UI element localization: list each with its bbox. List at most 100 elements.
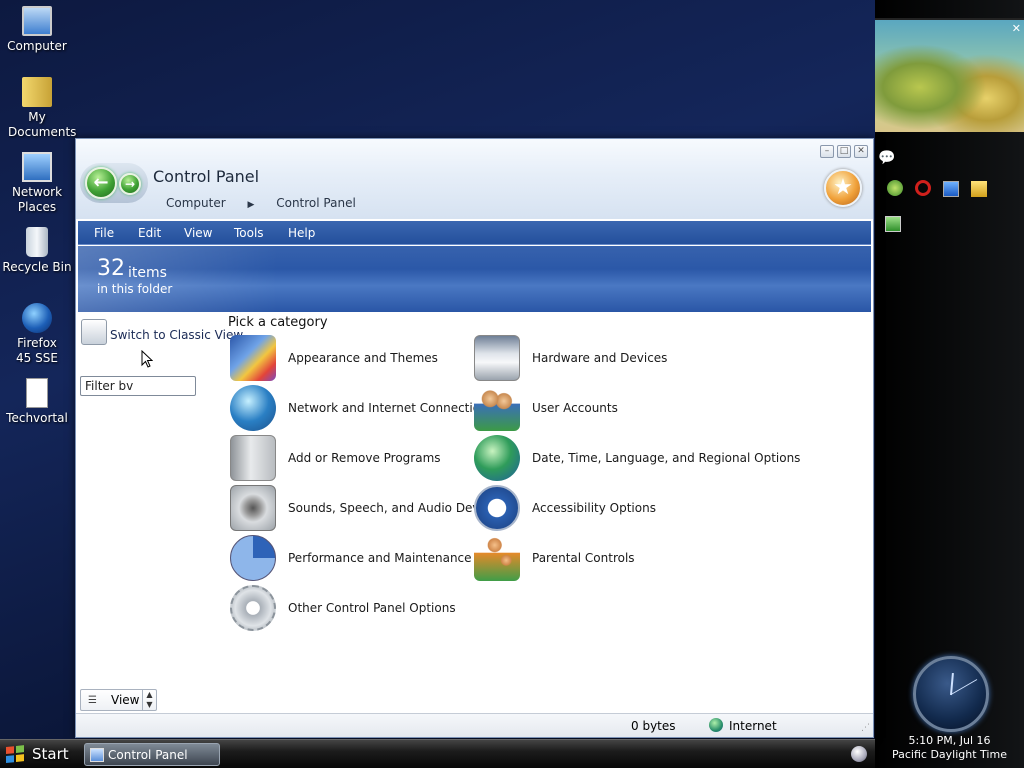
window-app-icon[interactable] xyxy=(943,181,959,197)
category-label: Sounds, Speech, and Audio Devices xyxy=(288,501,504,515)
filter-input[interactable] xyxy=(80,376,196,396)
category-label: Add or Remove Programs xyxy=(288,451,441,465)
desktop-icon-computer[interactable]: Computer xyxy=(2,6,72,54)
menu-view[interactable]: View xyxy=(184,226,212,240)
other-options-gear-icon xyxy=(230,585,276,631)
forward-button[interactable]: → xyxy=(119,173,141,195)
file-shortcut-icon xyxy=(26,378,48,408)
minimize-button[interactable]: – xyxy=(820,145,834,158)
breadcrumb: Computer ▶ Control Panel xyxy=(166,196,374,210)
view-list-icon: ☰ xyxy=(88,695,97,706)
desktop-icon-label: Computer xyxy=(7,39,67,53)
maximize-button[interactable]: □ xyxy=(837,145,851,158)
firefox-icon xyxy=(22,303,52,333)
parental-controls-icon xyxy=(474,535,520,581)
taskbar: Start Control Panel xyxy=(0,739,875,768)
minute-hand xyxy=(950,679,978,695)
category-label: Date, Time, Language, and Regional Optio… xyxy=(532,451,801,465)
mouse-cursor-icon xyxy=(141,350,153,368)
start-label: Start xyxy=(32,745,69,763)
analog-clock xyxy=(913,656,989,732)
back-button[interactable]: ← xyxy=(85,167,117,199)
breadcrumb-computer[interactable]: Computer xyxy=(166,196,226,210)
taskbar-item-control-panel[interactable]: Control Panel xyxy=(84,743,220,766)
close-button[interactable]: ✕ xyxy=(854,145,868,158)
hardware-devices-icon xyxy=(474,335,520,381)
category-label: Network and Internet Connections xyxy=(288,401,494,415)
menu-help[interactable]: Help xyxy=(288,226,315,240)
clock-time: 5:10 PM, Jul 16 xyxy=(908,734,991,747)
speech-bubble-icon[interactable]: 💬 xyxy=(878,150,895,166)
performance-maintenance-icon xyxy=(230,535,276,581)
category-label: Other Control Panel Options xyxy=(288,601,456,615)
desktop-icon-recycle-bin[interactable]: Recycle Bin xyxy=(2,227,72,275)
opera-icon[interactable] xyxy=(915,180,931,196)
control-panel-icon xyxy=(90,748,104,762)
view-spinner-icon[interactable]: ▲ ▼ xyxy=(142,690,156,710)
internet-zone-globe-icon xyxy=(709,718,723,732)
desktop-icon-label: My Documents xyxy=(8,110,77,139)
category-label: User Accounts xyxy=(532,401,618,415)
tray-app-icon[interactable] xyxy=(885,216,901,232)
item-count: 32 xyxy=(97,256,125,281)
documents-folder-icon xyxy=(22,77,52,107)
appearance-themes-icon xyxy=(230,335,276,381)
clock-readout: 5:10 PM, Jul 16 Pacific Daylight Time xyxy=(875,734,1024,762)
menu-bar: File Edit View Tools Help xyxy=(78,221,871,245)
back-arrow-icon: ← xyxy=(93,172,109,193)
breadcrumb-arrow-icon[interactable]: ▶ xyxy=(247,200,254,210)
desktop-icon-label: Techvortal xyxy=(6,411,68,425)
desktop-icon-firefox[interactable]: Firefox 45 SSE xyxy=(2,303,72,366)
windows-logo-icon xyxy=(6,745,26,765)
favorites-star-icon[interactable]: ★ xyxy=(824,169,862,207)
status-bar: 0 bytes Internet ⋰ xyxy=(76,713,873,737)
window-title: Control Panel xyxy=(153,167,260,186)
slideshow-gadget[interactable]: ✕ xyxy=(875,18,1024,132)
sounds-audio-icon xyxy=(230,485,276,531)
switch-to-classic-view-link[interactable]: Switch to Classic View xyxy=(110,328,243,342)
forward-arrow-icon: → xyxy=(124,177,136,191)
folder-app-icon[interactable] xyxy=(971,181,987,197)
category-label: Appearance and Themes xyxy=(288,351,438,365)
user-accounts-icon xyxy=(474,385,520,431)
desktop-icon-label: Network Places xyxy=(11,185,63,214)
view-button[interactable]: ☰ View ▲ ▼ xyxy=(80,689,157,711)
close-icon[interactable]: ✕ xyxy=(1012,22,1021,35)
network-internet-icon xyxy=(230,385,276,431)
computer-icon xyxy=(22,6,52,36)
clock-timezone: Pacific Daylight Time xyxy=(892,748,1007,761)
desktop-icon-label: Firefox 45 SSE xyxy=(16,336,58,365)
pick-category-heading: Pick a category xyxy=(228,315,328,330)
desktop-icon-network-places[interactable]: Network Places xyxy=(2,152,72,215)
category-label: Performance and Maintenance xyxy=(288,551,472,565)
tray-orb-icon[interactable] xyxy=(851,746,867,762)
menu-tools[interactable]: Tools xyxy=(234,226,264,240)
control-panel-window: – □ ✕ ← → Control Panel Computer ▶ Contr… xyxy=(75,138,874,738)
menu-edit[interactable]: Edit xyxy=(138,226,161,240)
status-zone: Internet xyxy=(729,719,777,733)
title-bar: – □ ✕ ← → Control Panel Computer ▶ Contr… xyxy=(76,139,873,219)
desktop-icon-label: Recycle Bin xyxy=(2,260,72,274)
folder-info-banner: 32 items in this folder xyxy=(78,246,871,312)
network-places-icon xyxy=(22,152,52,182)
taskbar-item-label: Control Panel xyxy=(108,748,188,762)
desktop-sidebar: ✕ 💬 5:10 PM, Jul 16 Pacific Daylight Tim… xyxy=(875,0,1024,768)
category-label: Parental Controls xyxy=(532,551,635,565)
start-button[interactable]: Start xyxy=(4,743,76,767)
category-label: Accessibility Options xyxy=(532,501,656,515)
app-green-icon[interactable] xyxy=(887,180,903,196)
desktop-icon-my-documents[interactable]: My Documents xyxy=(2,77,77,140)
classic-view-icon[interactable] xyxy=(81,319,107,345)
accessibility-icon xyxy=(474,485,520,531)
desktop-icon-techvortal[interactable]: Techvortal xyxy=(2,378,72,426)
category-label: Hardware and Devices xyxy=(532,351,668,365)
breadcrumb-control-panel[interactable]: Control Panel xyxy=(276,196,356,210)
view-button-label: View xyxy=(111,693,140,707)
recycle-bin-icon xyxy=(26,227,48,257)
item-count-subtitle: in this folder xyxy=(97,282,173,296)
menu-file[interactable]: File xyxy=(94,226,114,240)
status-size: 0 bytes xyxy=(631,719,676,733)
date-time-globe-icon xyxy=(474,435,520,481)
item-count-unit: items xyxy=(128,265,167,281)
resize-grip-icon[interactable]: ⋰ xyxy=(861,723,870,733)
